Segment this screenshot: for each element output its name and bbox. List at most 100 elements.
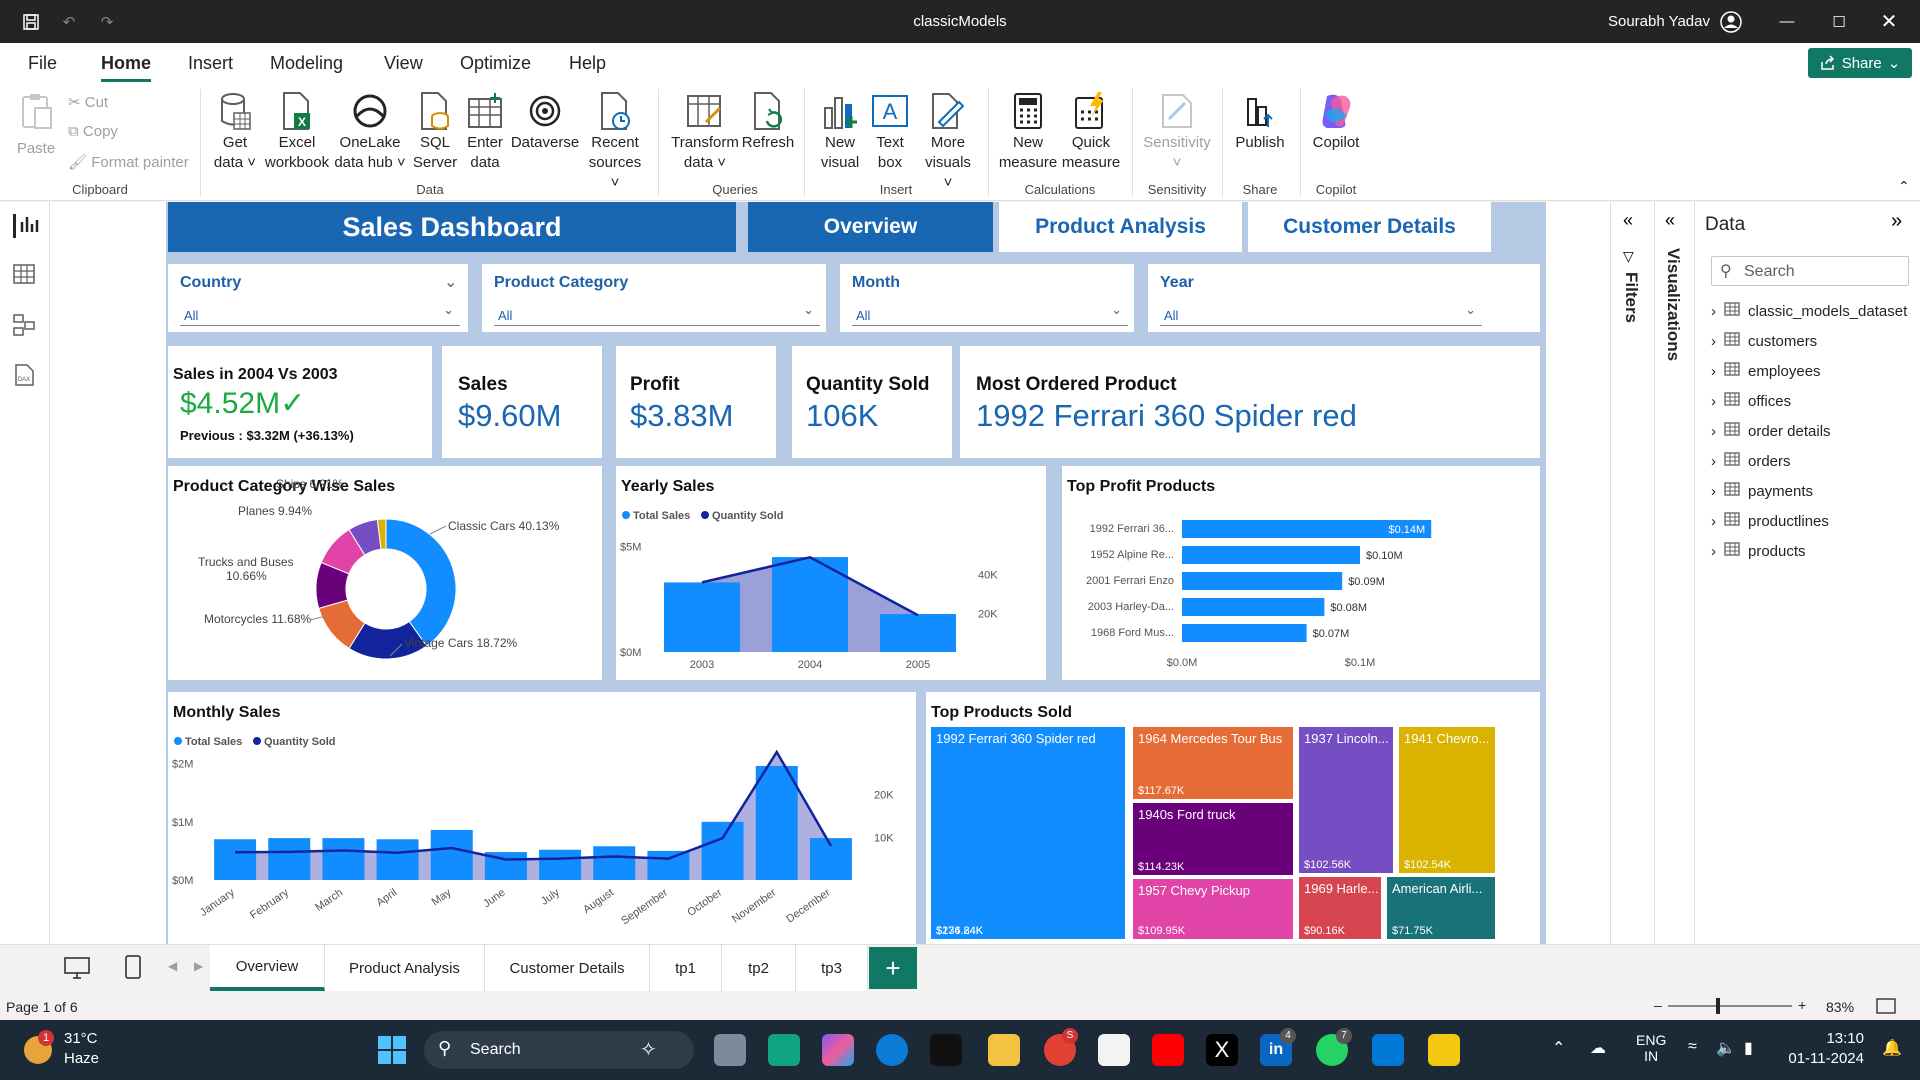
youtube-icon[interactable] [1152,1034,1184,1066]
expand-visualizations-icon[interactable]: « [1665,210,1675,231]
menu-insert[interactable]: Insert [188,53,233,74]
chevron-right-icon[interactable]: › [1711,393,1716,410]
chevron-right-icon[interactable]: › [1711,453,1716,470]
dataverse-button[interactable]: Dataverse [508,91,582,153]
share-button[interactable]: Share ⌄ [1808,48,1912,78]
recent-sources-button[interactable]: Recent sources ˅ [586,91,644,193]
data-table-item[interactable]: › payments [1711,482,1813,500]
paste-button[interactable]: Paste [14,91,58,159]
data-search-input[interactable]: ⚲ Search [1711,256,1909,286]
product-category-slicer[interactable]: Product Category All ⌄ [482,264,826,332]
data-table-item[interactable]: › classic_models_dataset [1711,302,1907,320]
store-icon[interactable] [1098,1034,1130,1066]
report-view-icon[interactable] [13,214,39,238]
user-name[interactable]: Sourabh Yadav [1590,0,1710,43]
maximize-icon[interactable]: ☐ [1816,0,1862,43]
data-table-item[interactable]: › productlines [1711,512,1829,530]
cut-button[interactable]: ✂ Cut [68,93,108,111]
power-bi-icon[interactable] [1428,1034,1460,1066]
month-slicer[interactable]: Month All ⌄ [840,264,1134,332]
country-slicer-dropdown[interactable]: All ⌄ [180,302,460,326]
zoom-in-icon[interactable]: + [1798,997,1806,1013]
text-box-button[interactable]: A Text box [866,91,914,173]
data-table-item[interactable]: › customers [1711,332,1817,350]
excel-workbook-button[interactable]: X Excel workbook [262,91,332,173]
product-category-slicer-dropdown[interactable]: All ⌄ [494,302,820,326]
task-view-icon[interactable] [714,1034,746,1066]
minimize-icon[interactable]: — [1764,0,1810,43]
more-visuals-button[interactable]: More visuals ˅ [920,91,976,193]
taskbar-search[interactable]: ⚲ Search ✧ [424,1031,694,1069]
nav-product-analysis-button[interactable]: Product Analysis [999,202,1242,252]
chevron-down-icon[interactable]: ⌄ [444,272,457,292]
menu-modeling[interactable]: Modeling [270,53,343,74]
edge-icon[interactable] [876,1034,908,1066]
filters-pane[interactable]: « ▽ Filters [1610,202,1655,944]
redo-icon[interactable]: ↷ [94,0,120,43]
chevron-right-icon[interactable]: › [1711,483,1716,500]
file-explorer-icon[interactable] [988,1034,1020,1066]
page-tab-tp1[interactable]: tp1 [650,945,722,991]
data-table-item[interactable]: › employees [1711,362,1821,380]
clock-time[interactable]: 13:10 [1786,1030,1864,1047]
close-icon[interactable]: ✕ [1866,0,1912,43]
chevron-right-icon[interactable]: › [1711,333,1716,350]
copy-button[interactable]: ⧉ Copy [68,123,118,140]
clock-date[interactable]: 01-11-2024 [1786,1050,1864,1067]
copilot-taskbar-icon[interactable] [822,1034,854,1066]
publish-button[interactable]: Publish [1230,91,1290,153]
menu-view[interactable]: View [384,53,423,74]
collapse-data-icon[interactable]: » [1891,210,1902,233]
filters-label[interactable]: Filters [1621,272,1641,323]
vscode-icon[interactable] [1372,1034,1404,1066]
chatgpt-icon[interactable] [768,1034,800,1066]
chevron-right-icon[interactable]: › [1711,363,1716,380]
account-icon[interactable] [1716,0,1746,43]
enter-data-button[interactable]: Enter data [462,91,508,173]
get-data-button[interactable]: Get data ˅ [208,91,262,173]
zoom-slider[interactable] [1668,1005,1792,1007]
expand-filters-icon[interactable]: « [1623,210,1633,231]
menu-optimize[interactable]: Optimize [460,53,531,74]
windows-start-icon[interactable] [378,1036,406,1069]
new-visual-button[interactable]: New visual [814,91,866,173]
zoom-out-icon[interactable]: – [1654,997,1662,1013]
menu-help[interactable]: Help [569,53,606,74]
undo-icon[interactable]: ↶ [56,0,82,43]
copilot-button[interactable]: Copilot [1306,91,1366,153]
visualizations-label[interactable]: Visualizations [1663,248,1683,361]
year-slicer-dropdown[interactable]: All ⌄ [1160,302,1482,326]
add-page-button[interactable]: + [869,947,917,989]
network-offline-icon[interactable]: ☁ [1590,1038,1606,1058]
month-slicer-dropdown[interactable]: All ⌄ [852,302,1128,326]
menu-home[interactable]: Home [101,53,152,82]
collapse-ribbon-icon[interactable]: ⌃ [1898,178,1910,195]
dax-query-view-icon[interactable]: DAX [13,364,37,388]
sensitivity-button[interactable]: Sensitivity ˅ [1140,91,1214,173]
x-icon[interactable]: X [1206,1034,1238,1066]
data-table-item[interactable]: › offices [1711,392,1791,410]
zoom-slider-thumb[interactable] [1716,998,1720,1014]
menu-file[interactable]: File [28,53,57,74]
format-painter-button[interactable]: 🖌 Format painter [68,153,189,171]
desktop-layout-icon[interactable] [64,957,90,984]
fit-to-page-icon[interactable] [1876,998,1896,1017]
data-table-item[interactable]: › order details [1711,422,1831,440]
quick-measure-button[interactable]: Quick measure [1058,91,1124,173]
data-table-item[interactable]: › orders [1711,452,1791,470]
data-table-item[interactable]: › products [1711,542,1806,560]
chevron-right-icon[interactable]: › [1711,423,1716,440]
onelake-button[interactable]: OneLake data hub ˅ [332,91,408,173]
table-view-icon[interactable] [13,264,37,288]
next-page-icon[interactable]: ▶ [194,959,203,973]
chevron-right-icon[interactable]: › [1711,513,1716,530]
save-icon[interactable] [18,0,44,43]
battery-icon[interactable]: ▮ [1744,1038,1753,1058]
visualizations-pane[interactable]: « Visualizations [1655,202,1695,944]
page-tab-tp2[interactable]: tp2 [722,945,796,991]
year-slicer[interactable]: Year All ⌄ [1148,264,1540,332]
nav-customer-details-button[interactable]: Customer Details [1248,202,1491,252]
prev-page-icon[interactable]: ◀ [168,959,177,973]
page-tab-tp3[interactable]: tp3 [796,945,868,991]
refresh-button[interactable]: Refresh [740,91,796,153]
